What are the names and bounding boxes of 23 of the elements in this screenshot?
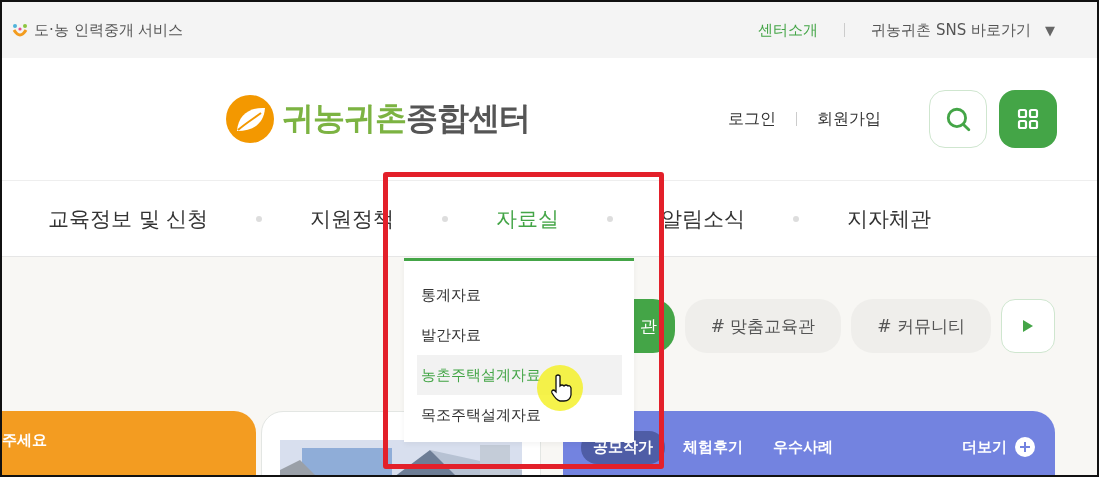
nav-item[interactable]: 교육정보 및 신청 — [48, 204, 209, 233]
play-icon — [1022, 319, 1034, 333]
top-link[interactable]: 귀농귀촌 SNS 바로가기 — [871, 20, 1031, 40]
search-icon — [945, 106, 971, 132]
service-logo-icon — [12, 22, 28, 38]
caret-icon[interactable]: ▼ — [1045, 22, 1055, 38]
tag-pill[interactable]: # 커뮤니티 — [851, 299, 991, 353]
play-button[interactable] — [1001, 299, 1055, 353]
dropdown-item[interactable]: 통계자료 — [417, 275, 622, 315]
nav-item[interactable]: 알림소식 — [661, 204, 746, 233]
grid-icon — [1016, 107, 1040, 131]
leaf-logo-icon — [226, 95, 274, 143]
account-link[interactable]: 로그인 — [728, 108, 776, 130]
account-link[interactable]: 회원가입 — [817, 108, 881, 130]
service-link[interactable]: 도·농 인력중개 서비스 — [34, 20, 184, 40]
logo-text: 귀농귀촌종합센터 — [282, 98, 530, 139]
tag-pill[interactable]: # 맞춤교육관 — [684, 299, 842, 353]
nav-item[interactable]: 지자체관 — [847, 204, 932, 233]
menu-button[interactable] — [999, 90, 1057, 148]
search-button[interactable] — [929, 90, 987, 148]
dropdown-item[interactable]: 발간자료 — [417, 315, 622, 355]
notice-text: 주세요 — [2, 431, 47, 450]
plus-icon[interactable] — [1015, 437, 1035, 457]
